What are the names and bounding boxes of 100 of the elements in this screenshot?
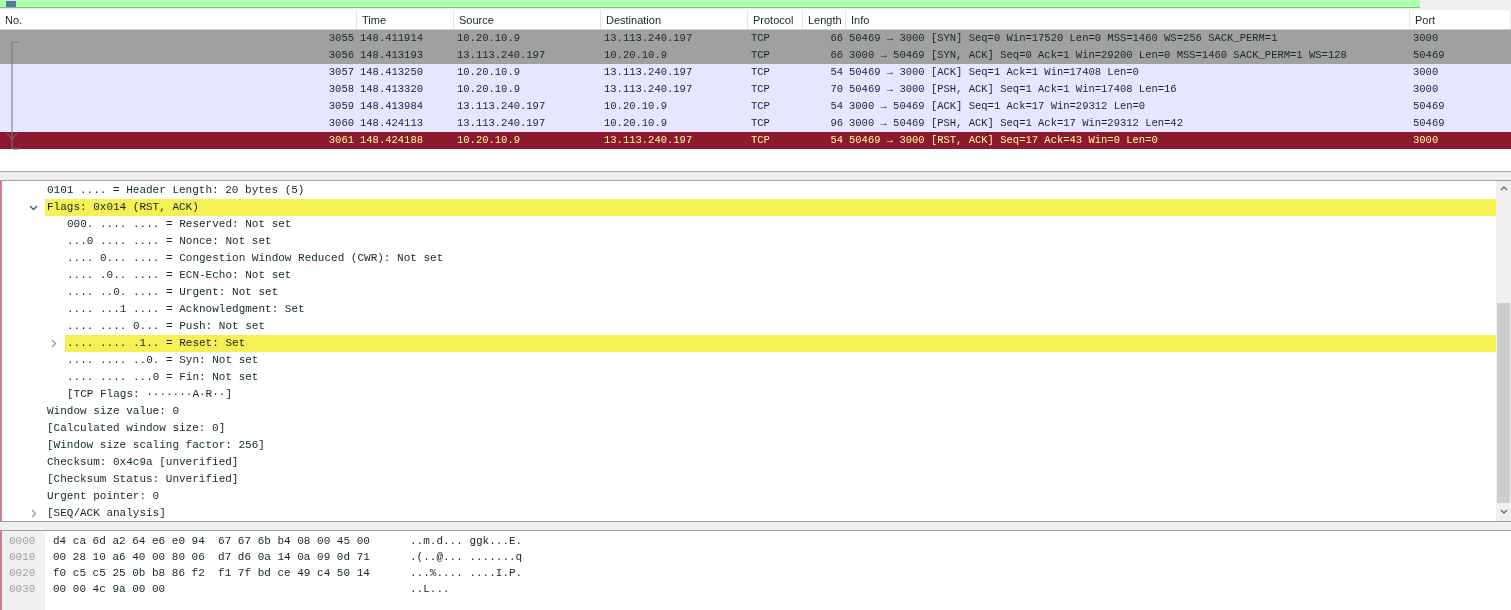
detail-row[interactable]: .... .... ...0 = Fin: Not set — [65, 369, 1496, 386]
table-cell-text: 13.113.240.197 — [456, 116, 547, 131]
filter-field[interactable] — [0, 0, 1420, 8]
table-cell-text: TCP — [750, 48, 771, 63]
chevron-down-icon[interactable] — [29, 203, 38, 212]
table-cell-text: 10.20.10.9 — [456, 82, 521, 97]
offset-label: 0030 — [8, 582, 37, 597]
table-cell-text: 3000 → 50469 [PSH, ACK] Seq=1 Ack=17 Win=29312 Len=42 — [848, 116, 1184, 131]
detail-row[interactable]: .... .... ..0. = Syn: Not set — [65, 352, 1496, 369]
table-cell-text: 148.424188 — [359, 133, 424, 148]
table-cell-text: 148.413250 — [359, 65, 424, 80]
table-cell-text: 3000 → 50469 [ACK] Seq=1 Ack=17 Win=29312 Len=0 — [848, 99, 1147, 114]
table-cell-text: 54 — [829, 99, 844, 114]
table-cell-text: 10.20.10.9 — [456, 31, 521, 46]
packet-row[interactable]: 3058 148.413320 10.20.10.9 13.113.240.197 TCP 70 50469 → 3000 [PSH, ACK] Seq=1 Ack=1 Win=17408 Len=16 3000 — [0, 81, 1511, 98]
table-cell-text: 10.20.10.9 — [456, 65, 521, 80]
table-cell-text: 3000 — [1412, 65, 1440, 80]
packet-row[interactable]: 3059 148.413984 13.113.240.197 10.20.10.9 TCP 54 3000 → 50469 [ACK] Seq=1 Ack=17 Win=29312 Len=0 50469 — [0, 98, 1511, 115]
packet-row[interactable]: 3061 148.424188 10.20.10.9 13.113.240.197 TCP 54 50469 → 3000 [RST, ACK] Seq=17 Ack=43 Win=0 Len=0 3000 — [0, 132, 1511, 149]
table-cell-text: 148.411914 — [359, 31, 424, 46]
table-cell-text: 50469 → 3000 [SYN] Seq=0 Win=17520 Len=0 MSS=1460 WS=256 SACK_PERM=1 — [848, 31, 1279, 46]
column-header[interactable]: Source — [454, 10, 601, 29]
chevron-down-icon — [1499, 509, 1508, 515]
table-cell-text: 50469 → 3000 [ACK] Seq=1 Ack=1 Win=17408 Len=0 — [848, 65, 1140, 80]
detail-row[interactable]: [SEQ/ACK analysis] — [45, 505, 1496, 522]
table-cell-text: 66 — [829, 31, 844, 46]
detail-row[interactable]: [TCP Flags: ·······A·R··] — [65, 386, 1496, 403]
packet-row[interactable]: 3056 148.413193 13.113.240.197 10.20.10.9 TCP 66 3000 → 50469 [SYN, ACK] Seq=0 Ack=1 Win=29200 Len=0 MSS=1460 SACK_PERM=1 WS=128 50469 — [0, 47, 1511, 64]
detail-row[interactable]: 000. .... .... = Reserved: Not set — [65, 216, 1496, 233]
ascii-text: ...%.... ....I.P. — [410, 566, 523, 581]
chevron-right-icon[interactable] — [29, 509, 38, 518]
table-cell-text: 3057 — [327, 65, 355, 80]
detail-row[interactable]: .... .0.. .... = ECN-Echo: Not set — [65, 267, 1496, 284]
hex-bytes: 00 28 10 a6 40 00 80 06 d7 d6 0a 14 0a 09 0d 71 — [53, 550, 371, 565]
table-cell-text: 148.413984 — [359, 99, 424, 114]
detail-row[interactable]: .... 0... .... = Congestion Window Reduced (CWR): Not set — [65, 250, 1496, 267]
table-cell-text: 3000 — [1412, 133, 1440, 148]
detail-row[interactable]: Checksum: 0x4c9a [unverified] — [45, 454, 1496, 471]
hex-bytes: d4 ca 6d a2 64 e6 e0 94 67 67 6b b4 08 00 45 00 — [53, 534, 371, 549]
detail-row[interactable]: Urgent pointer: 0 — [45, 488, 1496, 505]
offset-label: 0010 — [8, 550, 37, 565]
scrollbar-thumb[interactable] — [1497, 303, 1510, 503]
column-header[interactable]: Info — [846, 10, 1410, 29]
ascii-text: ..m.d... ggk...E. — [410, 534, 523, 549]
column-header[interactable]: Length — [803, 10, 846, 29]
table-cell-text: TCP — [750, 65, 771, 80]
table-cell-text: 3059 — [327, 99, 355, 114]
detail-row[interactable]: Window size value: 0 — [45, 403, 1496, 420]
table-cell-text: TCP — [750, 31, 771, 46]
detail-row[interactable]: .... ...1 .... = Acknowledgment: Set — [65, 301, 1496, 318]
table-cell-text: 13.113.240.197 — [603, 82, 694, 97]
table-cell-text: 10.20.10.9 — [603, 99, 668, 114]
column-header[interactable]: Protocol — [748, 10, 803, 29]
column-header[interactable]: No. — [0, 10, 357, 29]
table-cell-text: 10.20.10.9 — [603, 48, 668, 63]
table-cell-text: 13.113.240.197 — [603, 65, 694, 80]
column-header[interactable]: Port — [1410, 10, 1511, 29]
table-cell-text: TCP — [750, 133, 771, 148]
table-cell-text: TCP — [750, 99, 771, 114]
table-cell-text: 50469 → 3000 [RST, ACK] Seq=17 Ack=43 Win=0 Len=0 — [848, 133, 1159, 148]
detail-row[interactable]: .... ..0. .... = Urgent: Not set — [65, 284, 1496, 301]
column-header[interactable]: Time — [357, 10, 454, 29]
detail-row[interactable]: [Calculated window size: 0] — [45, 420, 1496, 437]
column-header[interactable]: Destination — [601, 10, 748, 29]
detail-row[interactable]: Flags: 0x014 (RST, ACK) — [45, 199, 1496, 216]
detail-row[interactable]: ...0 .... .... = Nonce: Not set — [65, 233, 1496, 250]
offset-label: 0000 — [8, 534, 37, 549]
scrollbar[interactable] — [1496, 181, 1511, 521]
ascii-text: ..L... — [410, 582, 451, 597]
table-cell-text: 13.113.240.197 — [603, 31, 694, 46]
table-cell-text: 3058 — [327, 82, 355, 97]
table-cell-text: 66 — [829, 48, 844, 63]
detail-row[interactable]: [Checksum Status: Unverified] — [45, 471, 1496, 488]
table-cell-text: 13.113.240.197 — [456, 99, 547, 114]
table-cell-text: 3000 — [1412, 31, 1440, 46]
table-cell-text: 50469 — [1412, 48, 1446, 63]
table-cell-text: 13.113.240.197 — [603, 133, 694, 148]
detail-row[interactable]: 0101 .... = Header Length: 20 bytes (5) — [45, 182, 1496, 199]
bookmark-icon — [6, 1, 16, 7]
table-cell-text: 54 — [829, 133, 844, 148]
table-cell-text: 3000 → 50469 [SYN, ACK] Seq=0 Ack=1 Win=29200 Len=0 MSS=1460 SACK_PERM=1 WS=128 — [848, 48, 1348, 63]
detail-row[interactable]: [Window size scaling factor: 256] — [45, 437, 1496, 454]
packet-row[interactable]: 3060 148.424113 13.113.240.197 10.20.10.9 TCP 96 3000 → 50469 [PSH, ACK] Seq=1 Ack=17 Win=29312 Len=42 50469 — [0, 115, 1511, 132]
table-cell-text: TCP — [750, 82, 771, 97]
packet-row[interactable]: 3055 148.411914 10.20.10.9 13.113.240.197 TCP 66 50469 → 3000 [SYN] Seq=0 Win=17520 Len=0 MSS=1460 WS=256 SACK_PERM=1 3000 — [0, 30, 1511, 47]
table-cell-text: 3056 — [327, 48, 355, 63]
offset-label: 0020 — [8, 566, 37, 581]
table-cell-text: 148.413193 — [359, 48, 424, 63]
table-cell-text: 96 — [829, 116, 844, 131]
pane-splitter[interactable] — [0, 172, 1511, 180]
packet-row[interactable]: 3057 148.413250 10.20.10.9 13.113.240.197 TCP 54 50469 → 3000 [ACK] Seq=1 Ack=1 Win=17408 Len=0 3000 — [0, 64, 1511, 81]
table-cell-text: 13.113.240.197 — [456, 48, 547, 63]
chevron-right-icon[interactable] — [49, 339, 58, 348]
table-cell-text: 54 — [829, 65, 844, 80]
hex-bytes: 00 00 4c 9a 00 00 — [53, 582, 167, 597]
ascii-text: .(..@... .......q — [410, 550, 523, 565]
detail-row[interactable]: .... .... .1.. = Reset: Set — [65, 335, 1496, 352]
table-cell-text: 10.20.10.9 — [603, 116, 668, 131]
chevron-up-icon — [1499, 185, 1508, 191]
detail-row[interactable]: .... .... 0... = Push: Not set — [65, 318, 1496, 335]
